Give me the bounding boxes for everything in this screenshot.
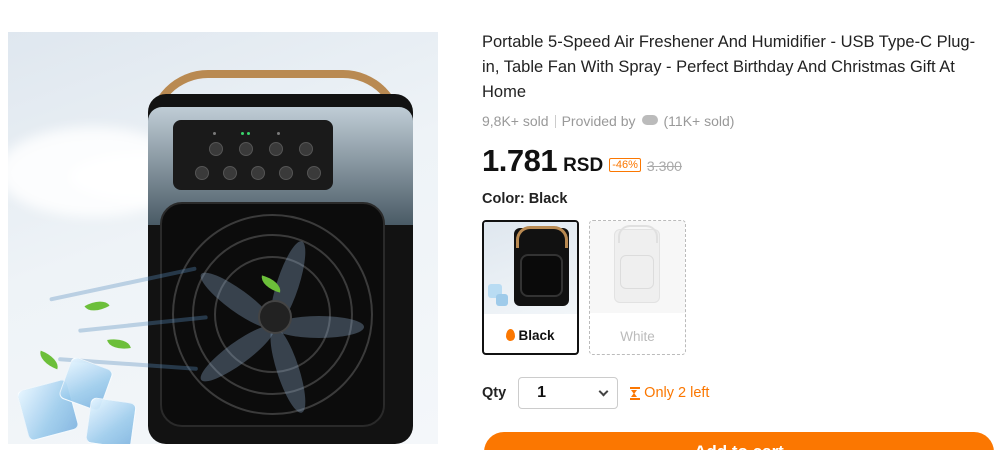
color-option-label: Black [484,328,577,343]
ice-cube [85,397,137,444]
currency: RSD [563,155,604,176]
quantity-value: 1 [537,384,547,401]
control-panel [173,120,333,190]
price-row: 1.781 RSD -46% 3.300 [482,143,992,179]
provider-sold-count: (11K+ sold) [663,113,735,129]
provider-logo-icon[interactable] [641,115,658,125]
black-fan-thumbnail [484,222,577,314]
original-price: 3.300 [646,158,682,174]
stock-warning: Only 2 left [630,385,709,401]
sold-count: 9,8K+ sold [482,113,549,129]
quantity-row: Qty 1 Only 2 left [482,377,992,409]
product-page: Portable 5-Speed Air Freshener And Humid… [0,0,995,450]
sales-meta: 9,8K+ sold Provided by (11K+ sold) [482,113,992,129]
divider [554,114,556,128]
product-info: Portable 5-Speed Air Freshener And Humid… [482,30,992,409]
color-option-white[interactable]: White [589,220,686,355]
flame-icon [506,329,516,341]
quantity-select[interactable]: 1 [518,377,619,409]
fan-grille [160,202,385,427]
leaf [107,336,131,352]
qty-label: Qty [482,385,507,401]
provided-by-label: Provided by [561,113,636,129]
fan-hub [258,300,292,334]
add-to-cart-button[interactable]: Add to cart [484,432,994,450]
color-option-label: White [620,329,655,344]
product-title: Portable 5-Speed Air Freshener And Humid… [482,33,976,101]
leaf [84,295,110,317]
color-label: Color: Black [482,191,568,207]
color-option-black[interactable]: Black [482,220,579,355]
hourglass-icon [630,386,641,400]
white-fan-thumbnail [590,221,685,313]
product-image[interactable] [8,32,438,444]
current-price: 1.781 [482,143,558,178]
discount-badge: -46% [609,158,641,172]
chevron-down-icon [598,386,609,396]
stock-text: Only 2 left [644,385,710,401]
color-options: Black White [482,220,992,355]
